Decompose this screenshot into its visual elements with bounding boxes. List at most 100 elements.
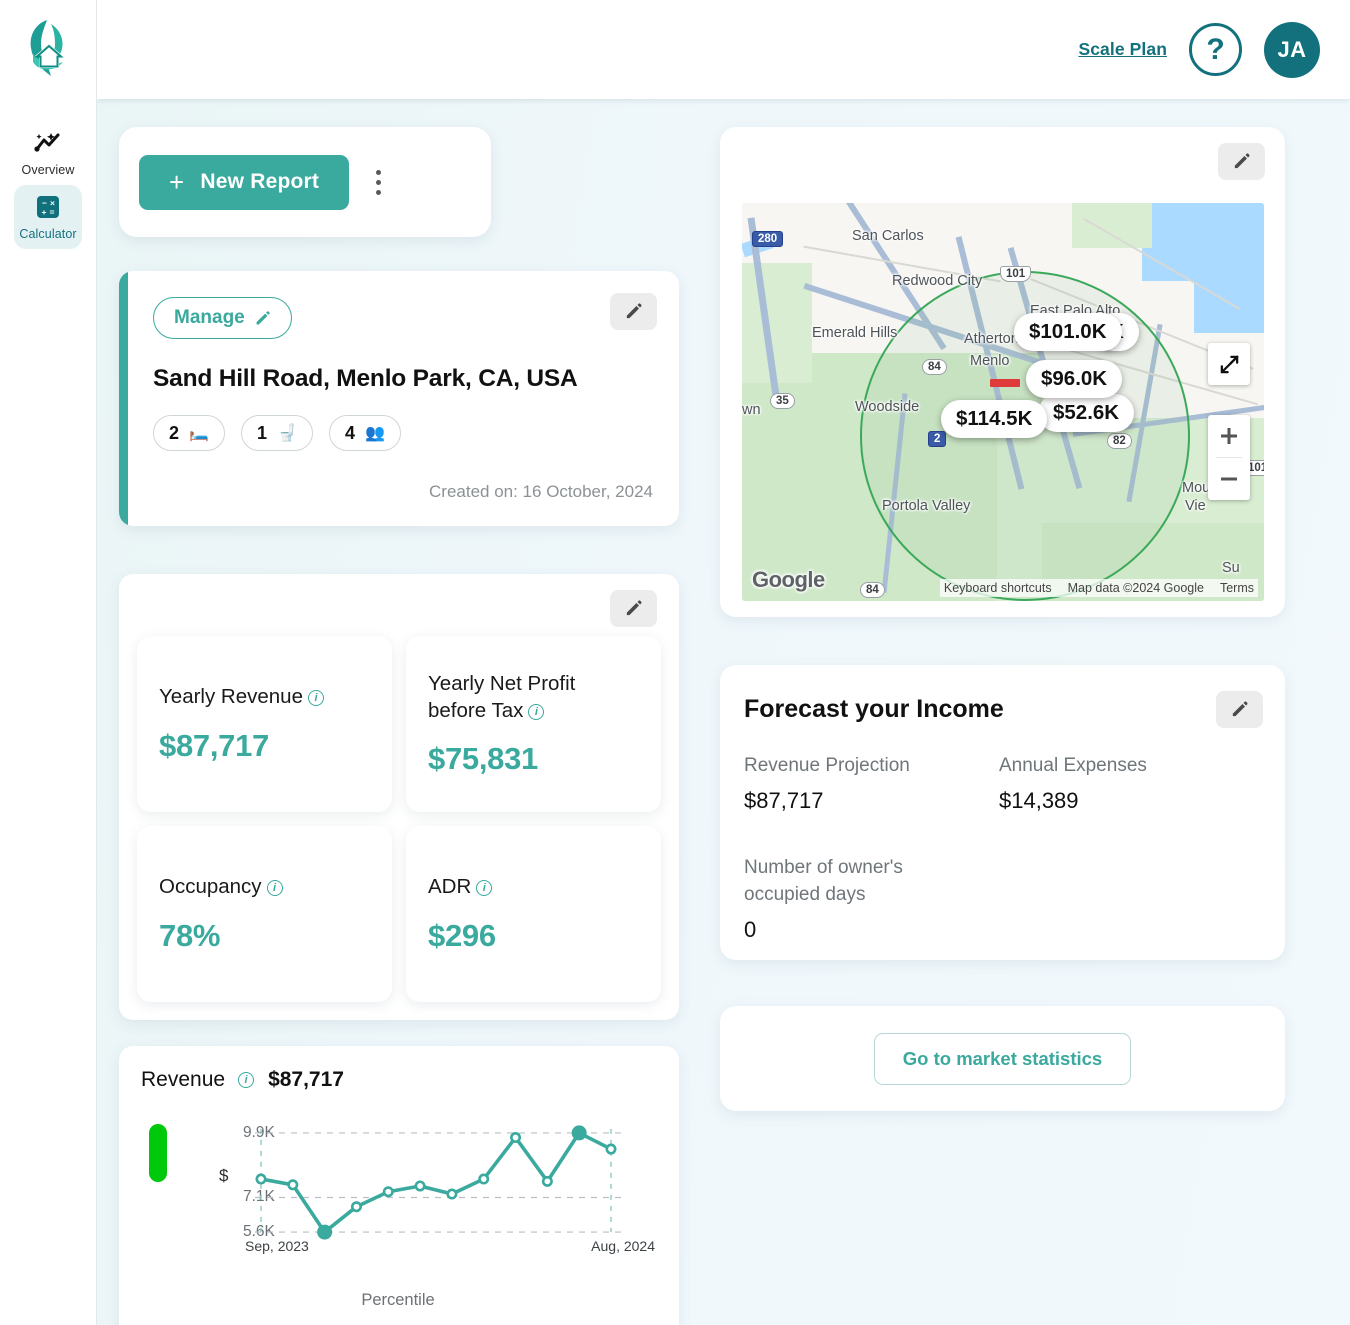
info-icon[interactable]: i: [266, 880, 283, 897]
metric-label: Occupancy: [159, 875, 262, 899]
percentile-caption: Percentile: [361, 1291, 435, 1309]
property-chips: 2 🛏️ 1 🚽 4 👥: [153, 415, 649, 451]
keyboard-shortcuts-link[interactable]: Keyboard shortcuts: [944, 581, 1052, 595]
info-icon[interactable]: i: [238, 1072, 255, 1088]
bathrooms-chip: 1 🚽: [241, 415, 313, 451]
metric-value: $75,831: [428, 741, 538, 777]
page-title: Sand Hill Road, Menlo Park, CA, USA: [153, 365, 578, 392]
pencil-icon: [626, 600, 642, 616]
map-place-label: Redwood City: [892, 273, 983, 289]
route-shield: 84: [860, 582, 885, 598]
edit-property-button[interactable]: [610, 293, 657, 330]
metric-adr: ADR i $296: [406, 826, 661, 1002]
scale-plan-link[interactable]: Scale Plan: [1078, 39, 1167, 60]
revenue-line-svg: [255, 1125, 625, 1240]
toolbar-card: + New Report: [119, 127, 491, 237]
sidebar-item-label: Overview: [21, 163, 75, 177]
metric-value: $296: [428, 917, 496, 953]
map-place-label: Su: [1222, 560, 1240, 576]
svg-text:=: =: [50, 207, 55, 217]
map-price-pin[interactable]: $52.6K: [1038, 394, 1135, 432]
revenue-chart-title: Revenue: [141, 1068, 226, 1091]
metric-grid: Yearly Revenue i $87,717 Yearly Net Profi…: [137, 636, 661, 1002]
pencil-icon: [256, 310, 270, 324]
info-icon[interactable]: i: [307, 690, 324, 707]
fullscreen-icon[interactable]: [1208, 343, 1250, 385]
route-shield: 84: [922, 359, 947, 375]
x-tick-end: Aug, 2024: [591, 1238, 655, 1254]
route-shield: 2: [928, 431, 947, 447]
guests-icon: 👥: [365, 425, 385, 442]
info-icon[interactable]: i: [476, 880, 493, 897]
y-axis-unit-label: $: [219, 1166, 229, 1185]
forecast-grid: Revenue Projection $87,717 Annual Expens…: [744, 752, 1251, 943]
map-place-label: Woodside: [855, 399, 920, 415]
more-options-icon[interactable]: [361, 162, 395, 202]
terms-link[interactable]: Terms: [1220, 581, 1254, 595]
new-report-label: New Report: [200, 170, 320, 193]
metric-label: Yearly Revenue: [159, 685, 303, 709]
route-shield: 280: [752, 231, 784, 247]
svg-text:+: +: [42, 207, 47, 217]
map-price-pin[interactable]: $114.5K: [941, 400, 1048, 438]
bedrooms-chip: 2 🛏️: [153, 415, 225, 451]
route-shield: 82: [1107, 433, 1132, 449]
calculator-icon: − × + =: [33, 193, 63, 221]
help-icon[interactable]: ?: [1189, 23, 1242, 76]
owner-days-block: Number of owner's occupied days 0: [744, 854, 999, 943]
annual-expenses-block: Annual Expenses $14,389: [999, 752, 1251, 814]
google-map[interactable]: San Carlos Redwood City Emerald Hills Ather…: [742, 203, 1264, 601]
edit-metrics-button[interactable]: [610, 590, 657, 627]
sidebar-item-calculator[interactable]: − × + = Calculator: [14, 185, 82, 249]
map-place-label: Menlo: [970, 353, 1010, 369]
revenue-chart-header: Revenue i $87,717: [141, 1068, 655, 1092]
zoom-out-button[interactable]: [1208, 458, 1250, 500]
map-data-text: Map data ©2024 Google: [1067, 581, 1204, 595]
subject-property-marker: [990, 379, 1020, 387]
revenue-chart-body: $ 9.9K 7.1K 5.6K Sep, 2023 Aug, 2024: [141, 1116, 655, 1254]
bedrooms-count: 2: [169, 422, 180, 443]
map-place-label: Emerald Hills: [812, 325, 898, 341]
main-content: + New Report Manage Sand Hill Road, Menl…: [97, 99, 1350, 1325]
bed-icon: 🛏️: [189, 425, 209, 442]
edit-map-button[interactable]: [1218, 143, 1265, 180]
metrics-card: Yearly Revenue i $87,717 Yearly Net Profi…: [119, 574, 679, 1020]
go-to-market-statistics-button[interactable]: Go to market statistics: [873, 1032, 1132, 1085]
revenue-chart-card: Revenue i $87,717 $ 9.9K 7.1K 5.6K Sep, …: [119, 1046, 679, 1325]
forecast-card: Forecast your Income Revenue Projection …: [720, 665, 1285, 960]
map-place-label: San Carlos: [852, 228, 924, 244]
toilet-icon: 🚽: [277, 425, 297, 442]
market-statistics-card: Go to market statistics: [720, 1006, 1285, 1111]
edit-forecast-button[interactable]: [1216, 691, 1263, 728]
revenue-projection-label: Revenue Projection: [744, 755, 910, 776]
annual-expenses-label: Annual Expenses: [999, 755, 1147, 776]
x-axis-labels: Sep, 2023 Aug, 2024: [245, 1238, 655, 1254]
map-price-pin[interactable]: $96.0K: [1026, 360, 1123, 398]
map-place-label: Atherton: [964, 331, 1019, 347]
zoom-in-button[interactable]: [1208, 415, 1250, 457]
info-icon[interactable]: i: [528, 703, 545, 720]
map-zoom-controls[interactable]: [1208, 415, 1250, 500]
map-price-pin[interactable]: $101.0K: [1014, 313, 1122, 351]
map-fullscreen-control[interactable]: [1208, 343, 1250, 385]
sidebar: Overview − × + = Calculator: [0, 0, 97, 1325]
plus-icon: +: [169, 167, 185, 197]
new-report-button[interactable]: + New Report: [139, 154, 350, 210]
property-card: Manage Sand Hill Road, Menlo Park, CA, U…: [119, 271, 679, 526]
google-logo: Google: [752, 567, 825, 592]
created-on-text: Created on: 16 October, 2024: [429, 482, 653, 501]
sidebar-item-overview[interactable]: Overview: [14, 121, 82, 185]
hostaway-logo[interactable]: [13, 14, 83, 86]
map-card: San Carlos Redwood City Emerald Hills Ather…: [720, 127, 1285, 617]
property-accent-stripe: [119, 271, 128, 526]
avatar[interactable]: JA: [1264, 21, 1320, 78]
x-tick-start: Sep, 2023: [245, 1238, 309, 1254]
manage-button[interactable]: Manage: [153, 297, 292, 339]
bathrooms-count: 1: [257, 422, 268, 443]
guests-chip: 4 👥: [329, 415, 401, 451]
trending-sparkle-icon: [33, 129, 63, 157]
revenue-line-plot: $ 9.9K 7.1K 5.6K Sep, 2023 Aug, 2024: [187, 1116, 655, 1254]
metric-label: ADR: [428, 875, 472, 899]
revenue-chart-total: $87,717: [268, 1068, 344, 1091]
annual-expenses-value: $14,389: [999, 787, 1079, 813]
